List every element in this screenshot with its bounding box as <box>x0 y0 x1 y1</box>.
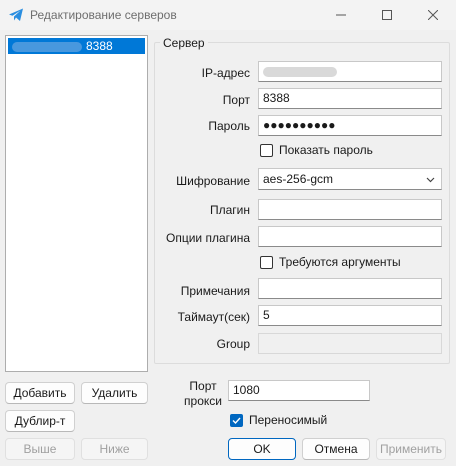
window-title: Редактирование серверов <box>30 8 177 22</box>
timeout-label: Таймаут(сек) <box>177 310 250 324</box>
close-icon <box>428 10 438 20</box>
checkbox-box[interactable] <box>260 143 273 157</box>
password-field[interactable]: ●●●●●●●●●● <box>258 115 442 136</box>
notes-field[interactable] <box>258 278 442 299</box>
group-field <box>258 333 442 354</box>
ip-label: IP-адрес <box>201 66 250 80</box>
encryption-select[interactable]: aes-256-gcm <box>258 168 442 190</box>
group-label: Group <box>216 337 250 351</box>
port-label: Порт <box>222 93 250 107</box>
plugin-options-label: Опции плагина <box>166 231 250 245</box>
delete-button[interactable]: Удалить <box>81 382 148 404</box>
encryption-label: Шифрование <box>176 174 250 188</box>
checkbox-box[interactable] <box>260 255 273 269</box>
maximize-icon <box>382 10 392 20</box>
minimize-button[interactable] <box>318 0 364 30</box>
maximize-button[interactable] <box>364 0 410 30</box>
encryption-value: aes-256-gcm <box>263 172 334 186</box>
proxy-port-label: Порт прокси <box>184 379 222 408</box>
checkmark-icon <box>232 417 241 424</box>
notes-label: Примечания <box>180 284 250 298</box>
redacted-ip <box>263 66 337 77</box>
minimize-icon <box>336 14 346 16</box>
show-password-label: Показать пароль <box>279 143 373 157</box>
paper-plane-icon <box>9 8 23 21</box>
plugin-field[interactable] <box>258 199 442 220</box>
requires-arguments-label: Требуются аргументы <box>279 255 401 269</box>
apply-button[interactable]: Применить <box>376 438 446 460</box>
chevron-down-icon <box>426 177 435 183</box>
server-list[interactable]: 8388 <box>5 35 148 372</box>
server-group-title: Сервер <box>160 36 208 50</box>
portable-checkbox[interactable]: Переносимый <box>230 412 327 428</box>
server-list-item[interactable]: 8388 <box>8 38 145 54</box>
ip-address-field[interactable] <box>258 61 442 82</box>
proxy-port-field[interactable]: 1080 <box>228 380 370 401</box>
show-password-checkbox[interactable]: Показать пароль <box>260 142 373 158</box>
server-list-item-label: 8388 <box>86 39 113 53</box>
add-button[interactable]: Добавить <box>5 382 75 404</box>
plugin-label: Плагин <box>209 203 250 217</box>
plugin-options-field[interactable] <box>258 226 442 247</box>
portable-label: Переносимый <box>249 413 328 427</box>
port-field[interactable]: 8388 <box>258 88 442 109</box>
checkbox-box[interactable] <box>230 413 243 427</box>
move-up-button[interactable]: Выше <box>5 438 75 460</box>
duplicate-button[interactable]: Дублир-т <box>5 410 75 432</box>
password-label: Пароль <box>208 119 250 133</box>
ok-button[interactable]: OK <box>228 438 296 460</box>
move-down-button[interactable]: Ниже <box>81 438 148 460</box>
redacted-address <box>12 41 82 52</box>
cancel-button[interactable]: Отмена <box>302 438 370 460</box>
requires-arguments-checkbox[interactable]: Требуются аргументы <box>260 254 401 270</box>
close-button[interactable] <box>410 0 456 30</box>
timeout-field[interactable]: 5 <box>258 305 442 326</box>
title-bar: Редактирование серверов <box>0 0 456 30</box>
